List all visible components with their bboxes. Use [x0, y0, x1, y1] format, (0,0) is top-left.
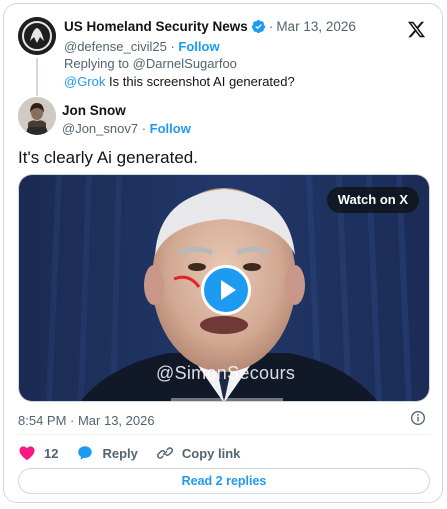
parent-handle-sep: ·	[170, 39, 175, 54]
reply-label: Reply	[102, 445, 138, 461]
read-replies-button[interactable]: Read 2 replies	[18, 468, 430, 494]
main-follow-button[interactable]: Follow	[150, 121, 191, 136]
parent-tweet-date-sep: ·	[268, 19, 274, 34]
grok-mention-link[interactable]: @Grok	[64, 74, 105, 89]
play-button[interactable]	[201, 265, 251, 315]
heart-icon	[19, 446, 35, 461]
reply-bubble-icon	[78, 446, 93, 460]
video-watermark: @SimonSecours	[156, 363, 296, 383]
parent-follow-button[interactable]: Follow	[178, 39, 219, 54]
parent-author-avatar[interactable]	[18, 17, 56, 55]
reply-button[interactable]: Reply	[76, 444, 138, 462]
parent-tweet-date[interactable]: Mar 13, 2026	[276, 18, 356, 35]
actions-divider	[18, 434, 430, 435]
main-author-name[interactable]: Jon Snow	[62, 102, 126, 119]
info-icon[interactable]	[410, 410, 426, 426]
main-handle-sep: ·	[141, 121, 147, 136]
parent-handle-row: @defense_civil25 · Follow	[64, 38, 220, 55]
main-tweet-text: It's clearly Ai generated.	[18, 148, 198, 167]
parent-tweet-header: US Homeland Security News · Mar 13, 2026	[64, 18, 356, 35]
replying-to-line: Replying to @DarnelSugarfoo	[64, 55, 237, 72]
like-button[interactable]: 12	[18, 444, 58, 462]
parent-tweet-body: Is this screenshot AI generated?	[109, 74, 295, 89]
copy-link-label: Copy link	[181, 445, 241, 461]
main-tweet-timestamp[interactable]: 8:54 PM · Mar 13, 2026	[18, 412, 155, 429]
like-count: 12	[44, 445, 59, 461]
shield-logo-avatar-icon	[18, 17, 56, 55]
main-handle-row: @Jon_snov7 · Follow	[62, 120, 191, 137]
parent-tweet-text: @Grok Is this screenshot AI generated?	[64, 73, 295, 90]
link-icon	[156, 447, 173, 459]
play-icon	[221, 280, 236, 300]
main-author-handle[interactable]: @Jon_snov7	[62, 121, 138, 136]
tweet-video[interactable]: Watch on X @SimonSecours	[18, 174, 430, 402]
parent-author-name[interactable]: US Homeland Security News	[64, 18, 248, 35]
copy-link-button[interactable]: Copy link	[156, 444, 241, 462]
person-avatar-icon	[18, 97, 56, 135]
main-author-avatar[interactable]	[18, 97, 56, 135]
tweet-actions-bar: 12 Reply Copy link	[18, 443, 258, 463]
video-progress-bar	[171, 398, 283, 401]
watch-on-x-button[interactable]: Watch on X	[326, 187, 419, 213]
replying-to-handle[interactable]: @DarnelSugarfoo	[133, 56, 237, 71]
thread-connector-line	[36, 58, 38, 96]
tweet-embed-card: US Homeland Security News · Mar 13, 2026…	[3, 3, 443, 503]
parent-author-handle[interactable]: @defense_civil25	[64, 39, 167, 54]
x-logo-icon[interactable]	[407, 20, 426, 39]
verified-badge-icon	[251, 19, 265, 34]
replying-to-prefix: Replying to	[64, 56, 133, 71]
